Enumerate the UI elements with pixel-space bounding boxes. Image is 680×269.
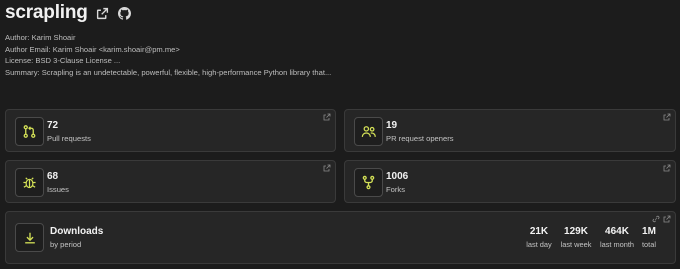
forks-count: 1006 <box>386 171 409 182</box>
issues-label: Issues <box>47 185 69 194</box>
link-icon[interactable] <box>651 214 660 223</box>
downloads-last-week: 129K last week <box>556 226 596 249</box>
license-text: License: BSD 3-Clause License ... <box>5 56 121 65</box>
page-title: scrapling <box>5 2 88 23</box>
downloads-last-week-label: last week <box>560 240 592 249</box>
forks-label: Forks <box>386 185 405 194</box>
git-pull-request-icon <box>15 117 44 146</box>
package-metadata: Author: Karim Shoair Author Email: Karim… <box>5 32 331 78</box>
pr-openers-count: 19 <box>386 120 398 131</box>
external-link-icon[interactable] <box>322 112 331 121</box>
downloads-last-month-value: 464K <box>605 226 629 237</box>
pull-requests-label: Pull requests <box>47 134 91 143</box>
download-icon <box>15 223 44 252</box>
downloads-last-day-label: last day <box>526 240 552 249</box>
downloads-card: Downloads by period 21K last day 129K la… <box>5 211 676 264</box>
pr-openers-card[interactable]: 19 PR request openers <box>344 109 676 152</box>
bug-icon <box>15 168 44 197</box>
issues-card[interactable]: 68 Issues <box>5 160 336 203</box>
external-link-icon[interactable] <box>662 214 671 223</box>
pull-requests-card[interactable]: 72 Pull requests <box>5 109 336 152</box>
pr-openers-label: PR request openers <box>386 134 454 143</box>
downloads-total-value: 1M <box>642 226 656 237</box>
downloads-title: Downloads <box>50 226 104 237</box>
external-link-icon[interactable] <box>96 6 110 20</box>
downloads-total: 1M total <box>638 226 660 249</box>
downloads-total-label: total <box>642 240 656 249</box>
git-fork-icon <box>354 168 383 197</box>
external-link-icon[interactable] <box>322 163 331 172</box>
summary-text: Summary: Scrapling is an undetectable, p… <box>5 67 332 77</box>
external-link-icon[interactable] <box>662 112 671 121</box>
forks-card[interactable]: 1006 Forks <box>344 160 676 203</box>
downloads-last-day-value: 21K <box>529 226 549 237</box>
downloads-subtitle: by period <box>50 240 82 249</box>
github-icon[interactable] <box>118 6 132 20</box>
pull-requests-count: 72 <box>47 120 59 131</box>
downloads-last-month-label: last month <box>599 240 635 249</box>
users-icon <box>354 117 383 146</box>
page-header: scrapling <box>5 2 132 24</box>
issues-count: 68 <box>47 171 59 182</box>
downloads-last-day: 21K last day <box>521 226 557 249</box>
downloads-last-week-value: 129K <box>564 226 588 237</box>
downloads-last-month: 464K last month <box>595 226 639 249</box>
external-link-icon[interactable] <box>662 163 671 172</box>
author-email-text: Author Email: Karim Shoair <karim.shoair… <box>5 44 180 54</box>
author-text: Author: Karim Shoair <box>5 33 76 42</box>
